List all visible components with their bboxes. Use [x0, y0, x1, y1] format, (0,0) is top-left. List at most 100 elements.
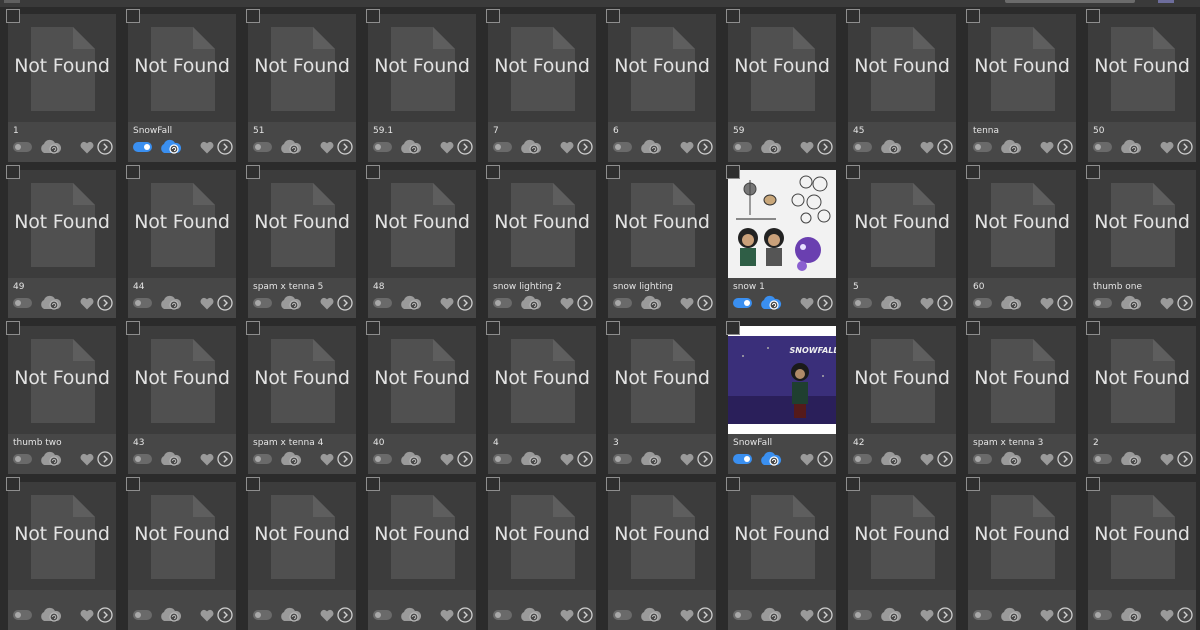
select-checkbox[interactable] — [126, 321, 140, 335]
cloud-sync-icon[interactable] — [1118, 607, 1142, 623]
file-thumbnail[interactable]: Not Found — [608, 170, 716, 278]
cloud-sync-icon[interactable] — [158, 607, 182, 623]
favorite-heart-icon[interactable] — [440, 297, 454, 310]
cloud-sync-icon[interactable] — [398, 295, 422, 311]
cloud-sync-icon[interactable] — [878, 295, 902, 311]
sync-toggle[interactable] — [133, 142, 152, 152]
favorite-heart-icon[interactable] — [680, 141, 694, 154]
cloud-sync-icon[interactable] — [1118, 295, 1142, 311]
cloud-sync-icon[interactable] — [1118, 451, 1142, 467]
file-thumbnail[interactable]: Not Found — [1088, 326, 1196, 434]
file-thumbnail[interactable]: Not Found — [968, 482, 1076, 590]
sync-toggle[interactable] — [1093, 142, 1112, 152]
open-arrow-icon[interactable] — [217, 295, 233, 311]
cloud-sync-icon[interactable] — [758, 295, 782, 311]
open-arrow-icon[interactable] — [337, 451, 353, 467]
favorite-heart-icon[interactable] — [920, 609, 934, 622]
file-thumbnail[interactable]: Not Found — [368, 14, 476, 122]
sync-toggle[interactable] — [733, 298, 752, 308]
cloud-sync-icon[interactable] — [758, 451, 782, 467]
favorite-heart-icon[interactable] — [560, 141, 574, 154]
open-arrow-icon[interactable] — [337, 607, 353, 623]
file-thumbnail[interactable]: Not Found — [8, 170, 116, 278]
file-card[interactable]: Not Found 48 — [366, 165, 476, 318]
select-checkbox[interactable] — [1086, 477, 1100, 491]
open-arrow-icon[interactable] — [1057, 607, 1073, 623]
open-arrow-icon[interactable] — [697, 607, 713, 623]
sync-toggle[interactable] — [493, 610, 512, 620]
favorite-heart-icon[interactable] — [1160, 609, 1174, 622]
sync-toggle[interactable] — [373, 610, 392, 620]
favorite-heart-icon[interactable] — [320, 297, 334, 310]
file-thumbnail[interactable]: Not Found — [728, 482, 836, 590]
file-thumbnail[interactable]: Not Found — [128, 482, 236, 590]
select-checkbox[interactable] — [486, 321, 500, 335]
file-thumbnail[interactable]: Not Found — [488, 326, 596, 434]
open-arrow-icon[interactable] — [577, 139, 593, 155]
file-thumbnail[interactable]: Not Found — [968, 170, 1076, 278]
open-arrow-icon[interactable] — [937, 295, 953, 311]
open-arrow-icon[interactable] — [1057, 295, 1073, 311]
sync-toggle[interactable] — [733, 610, 752, 620]
sync-toggle[interactable] — [613, 142, 632, 152]
open-arrow-icon[interactable] — [97, 139, 113, 155]
favorite-heart-icon[interactable] — [1040, 141, 1054, 154]
file-card[interactable]: Not Found SnowFall — [126, 9, 236, 162]
select-checkbox[interactable] — [726, 321, 740, 335]
sync-toggle[interactable] — [493, 298, 512, 308]
sync-toggle[interactable] — [493, 454, 512, 464]
select-checkbox[interactable] — [6, 9, 20, 23]
open-arrow-icon[interactable] — [937, 451, 953, 467]
file-card[interactable]: Not Found spam x tenna 5 — [246, 165, 356, 318]
open-arrow-icon[interactable] — [1177, 607, 1193, 623]
file-card[interactable]: Not Found 3 — [606, 321, 716, 474]
sync-toggle[interactable] — [973, 454, 992, 464]
favorite-heart-icon[interactable] — [80, 297, 94, 310]
open-arrow-icon[interactable] — [217, 607, 233, 623]
open-arrow-icon[interactable] — [937, 607, 953, 623]
cloud-sync-icon[interactable] — [278, 607, 302, 623]
sync-toggle[interactable] — [853, 298, 872, 308]
sync-toggle[interactable] — [253, 454, 272, 464]
open-arrow-icon[interactable] — [457, 139, 473, 155]
sync-toggle[interactable] — [253, 298, 272, 308]
open-arrow-icon[interactable] — [1057, 139, 1073, 155]
file-thumbnail[interactable]: Not Found — [368, 170, 476, 278]
file-card[interactable]: Not Found 5 — [846, 165, 956, 318]
cloud-sync-icon[interactable] — [878, 139, 902, 155]
file-thumbnail[interactable]: Not Found — [248, 14, 356, 122]
file-thumbnail[interactable]: Not Found — [488, 14, 596, 122]
file-card[interactable]: Not Found 59 — [726, 9, 836, 162]
file-card[interactable]: Not Found 59.1 — [366, 9, 476, 162]
cloud-sync-icon[interactable] — [878, 607, 902, 623]
select-checkbox[interactable] — [846, 165, 860, 179]
file-card[interactable]: Not Found 44 — [126, 165, 236, 318]
file-thumbnail[interactable]: Not Found — [368, 482, 476, 590]
cloud-sync-icon[interactable] — [998, 451, 1022, 467]
select-checkbox[interactable] — [726, 9, 740, 23]
select-checkbox[interactable] — [966, 9, 980, 23]
sync-toggle[interactable] — [613, 298, 632, 308]
open-arrow-icon[interactable] — [97, 295, 113, 311]
select-checkbox[interactable] — [486, 9, 500, 23]
favorite-heart-icon[interactable] — [1040, 609, 1054, 622]
file-card[interactable]: Not Found 49 — [6, 165, 116, 318]
open-arrow-icon[interactable] — [697, 451, 713, 467]
favorite-heart-icon[interactable] — [680, 453, 694, 466]
select-checkbox[interactable] — [966, 477, 980, 491]
cloud-sync-icon[interactable] — [398, 607, 422, 623]
sync-toggle[interactable] — [973, 298, 992, 308]
open-arrow-icon[interactable] — [697, 295, 713, 311]
file-thumbnail[interactable]: Not Found — [8, 326, 116, 434]
cloud-sync-icon[interactable] — [1118, 139, 1142, 155]
select-checkbox[interactable] — [1086, 165, 1100, 179]
sync-toggle[interactable] — [853, 610, 872, 620]
file-thumbnail[interactable]: Not Found — [608, 482, 716, 590]
sync-toggle[interactable] — [13, 142, 32, 152]
select-checkbox[interactable] — [126, 9, 140, 23]
select-checkbox[interactable] — [1086, 321, 1100, 335]
open-arrow-icon[interactable] — [457, 607, 473, 623]
select-checkbox[interactable] — [606, 321, 620, 335]
open-arrow-icon[interactable] — [577, 607, 593, 623]
favorite-heart-icon[interactable] — [440, 141, 454, 154]
